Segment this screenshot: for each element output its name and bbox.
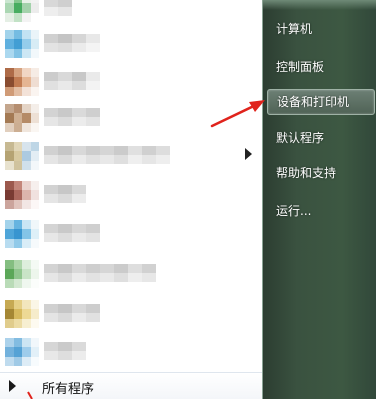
program-icon [5,68,39,96]
menu-item-label: 默认程序 [276,131,325,145]
start-menu-left-pane: 所有程序 [0,0,262,399]
menu-item-label: 帮助和支持 [276,166,337,180]
list-item[interactable] [0,98,240,134]
program-icon [5,300,39,328]
list-item[interactable] [0,175,240,211]
list-item[interactable] [0,294,240,330]
program-icon [5,0,39,22]
program-label [44,146,170,164]
menu-item-devices-printers[interactable]: 设备和打印机 [267,89,375,115]
list-item[interactable] [0,62,240,98]
menu-item-run[interactable]: 运行... [267,198,375,224]
program-icon [5,104,39,132]
menu-item-label: 运行... [276,204,312,218]
program-label [44,72,100,90]
list-item[interactable] [0,332,240,368]
program-label [44,224,100,242]
program-icon [5,338,39,366]
menu-item-label: 控制面板 [276,60,325,74]
program-label [44,342,86,360]
list-item[interactable] [0,214,240,250]
triangle-right-icon [9,380,16,392]
list-item[interactable] [0,0,240,24]
program-label [44,108,100,126]
program-icon [5,220,39,248]
menu-item-default-programs[interactable]: 默认程序 [267,125,375,151]
program-list [0,0,262,372]
program-icon [5,30,39,58]
expand-arrow-icon[interactable] [245,148,252,160]
program-icon [5,260,39,288]
all-programs-button[interactable]: 所有程序 [0,372,262,399]
list-item[interactable] [0,24,240,60]
program-icon [5,142,39,170]
program-label [44,0,72,16]
program-label [44,34,100,52]
list-item[interactable] [0,136,200,172]
program-label [44,264,156,282]
list-item[interactable] [0,254,185,290]
menu-item-label: 计算机 [276,22,313,36]
menu-item-computer[interactable]: 计算机 [267,16,375,42]
program-icon [5,181,39,209]
menu-item-control-panel[interactable]: 控制面板 [267,54,375,80]
menu-item-help-support[interactable]: 帮助和支持 [267,160,375,186]
all-programs-label: 所有程序 [42,382,95,397]
menu-item-label: 设备和打印机 [277,95,350,109]
start-menu-right-pane: 计算机 控制面板 设备和打印机 默认程序 帮助和支持 运行... [262,0,376,399]
program-label [44,304,100,322]
program-label [44,185,86,203]
